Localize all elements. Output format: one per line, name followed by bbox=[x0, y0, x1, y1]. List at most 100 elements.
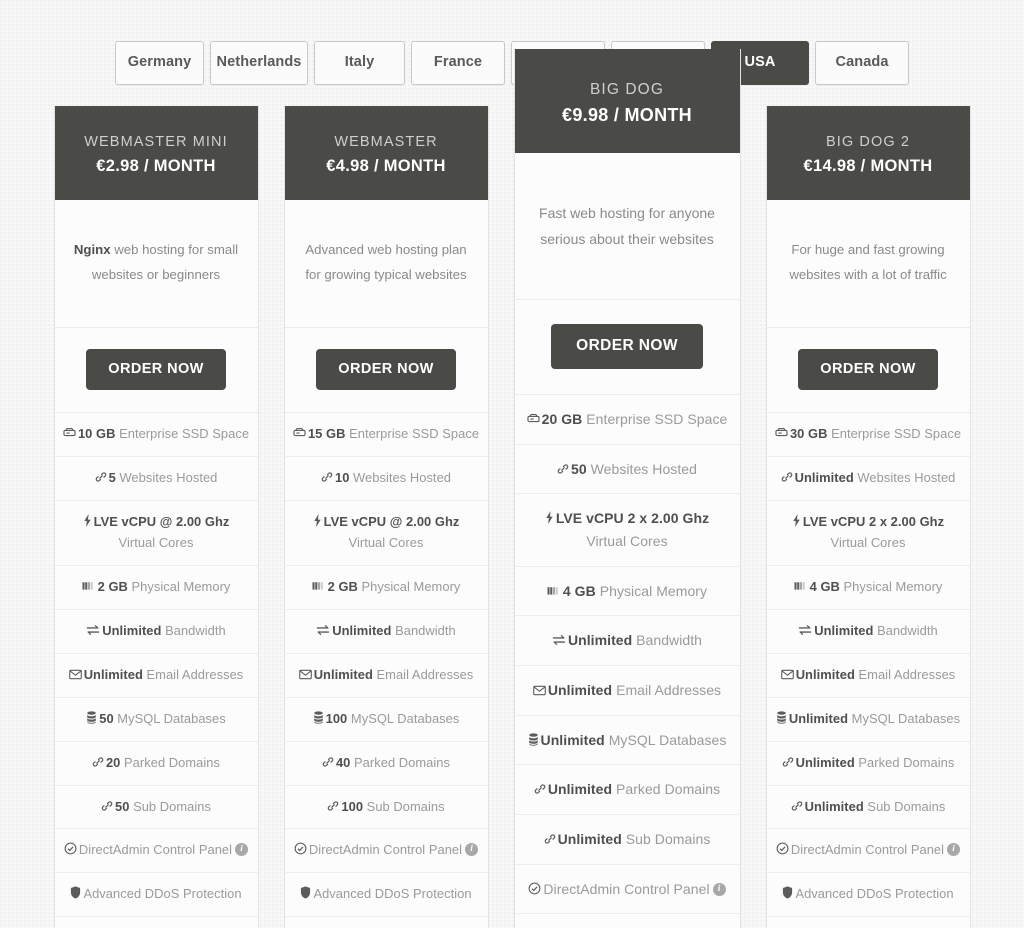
feature-label: Physical Memory bbox=[127, 579, 231, 594]
feature-row: DirectAdmin Control Panel i bbox=[284, 829, 488, 874]
feature-row: DirectAdmin Control Panel i bbox=[514, 865, 740, 915]
shield-icon bbox=[70, 886, 81, 899]
memory-icon bbox=[312, 580, 326, 592]
link-icon bbox=[327, 800, 339, 812]
feature-row: 100 MySQL Databases bbox=[284, 698, 488, 742]
feature-label: Sub Domains bbox=[863, 798, 946, 814]
order-now-button[interactable]: ORDER NOW bbox=[86, 348, 226, 391]
plan-description-text: For huge and fast growing websites with … bbox=[789, 242, 947, 283]
bolt-icon bbox=[545, 511, 554, 525]
feature-row: 50 Sub Domains bbox=[54, 786, 258, 830]
order-now-button[interactable]: ORDER NOW bbox=[798, 348, 938, 391]
feature-label: DirectAdmin Control Panel bbox=[543, 880, 710, 897]
country-tab-france[interactable]: France bbox=[411, 41, 505, 85]
pricing-card-big-dog: BIG DOG €9.98 / MONTH Fast web hosting for… bbox=[513, 48, 741, 928]
plan-description-text: Fast web hosting for anyone serious abou… bbox=[539, 204, 715, 248]
country-tab-canada[interactable]: Canada bbox=[815, 41, 909, 85]
pricing-card-webmaster-mini: WEBMASTER MINI €2.98 / MONTH Nginx web hos… bbox=[53, 105, 259, 928]
country-tab-germany[interactable]: Germany bbox=[115, 41, 204, 85]
link-icon bbox=[321, 471, 333, 483]
feature-value: LVE vCPU 2 x 2.00 Ghz bbox=[802, 514, 945, 530]
feature-label: MySQL Databases bbox=[604, 731, 727, 748]
feature-label: DirectAdmin Control Panel bbox=[790, 842, 945, 858]
feature-label: Websites Hosted bbox=[586, 460, 697, 477]
plan-header: WEBMASTER €4.98 / MONTH bbox=[284, 105, 488, 201]
envelope-icon bbox=[68, 669, 82, 680]
feature-value: Unlimited bbox=[102, 622, 162, 638]
feature-row: 2 GB Physical Memory bbox=[54, 566, 258, 610]
order-now-button[interactable]: ORDER NOW bbox=[316, 348, 456, 391]
bandwidth-icon bbox=[552, 634, 566, 646]
feature-value: Unlimited bbox=[814, 622, 874, 638]
feature-label: Bandwidth bbox=[632, 632, 702, 649]
info-icon[interactable]: i bbox=[947, 843, 961, 857]
link-icon bbox=[557, 463, 569, 475]
plan-cta-container: ORDER NOW bbox=[284, 328, 488, 414]
feature-row: Unlimited Email Addresses bbox=[54, 654, 258, 698]
plan-name: BIG DOG bbox=[589, 80, 664, 98]
feature-value: Unlimited bbox=[567, 632, 633, 649]
feature-row: Unlimited Bandwidth bbox=[766, 610, 970, 654]
feature-label: Sub Domains bbox=[129, 798, 212, 814]
info-icon[interactable]: i bbox=[712, 882, 726, 896]
feature-value: Unlimited bbox=[795, 666, 855, 682]
bolt-icon bbox=[792, 514, 801, 528]
feature-subtext: Virtual Cores bbox=[118, 535, 194, 551]
plan-price: €4.98 / MONTH bbox=[326, 157, 446, 176]
feature-row: LVE vCPU @ 2.00 Ghz Virtual Cores bbox=[284, 501, 488, 566]
pricing-plans-grid: WEBMASTER MINI €2.98 / MONTH Nginx web hos… bbox=[0, 48, 1024, 928]
feature-label: Physical Memory bbox=[357, 579, 461, 594]
plan-description-text: Advanced web hosting plan for growing ty… bbox=[305, 242, 467, 283]
feature-subtext: Virtual Cores bbox=[830, 535, 906, 551]
feature-label: MySQL Databases bbox=[113, 710, 226, 726]
country-selector[interactable]: GermanyNetherlandsItalyFranceUKSpainUSAC… bbox=[0, 0, 1024, 85]
feature-row: PHP Version MultipleHardened Versions bbox=[767, 917, 970, 928]
check-circle-icon bbox=[528, 882, 541, 895]
feature-row: LVE vCPU 2 x 2.00 Ghz Virtual Cores bbox=[766, 501, 970, 566]
feature-value: Unlimited bbox=[547, 681, 613, 698]
feature-value: 4 GB bbox=[562, 582, 596, 599]
link-icon bbox=[782, 756, 794, 768]
shield-icon bbox=[782, 886, 793, 899]
feature-value: 15 GB bbox=[307, 426, 346, 442]
feature-row: 20 Parked Domains bbox=[54, 742, 258, 786]
feature-value: 10 bbox=[334, 470, 350, 486]
feature-row: 4 GB Physical Memory bbox=[766, 566, 970, 610]
feature-row: DirectAdmin Control Panel i bbox=[54, 829, 258, 874]
country-tab-netherlands[interactable]: Netherlands bbox=[210, 41, 308, 85]
feature-value: Unlimited bbox=[557, 830, 622, 847]
feature-row: Advanced DDoS Protection bbox=[284, 873, 488, 918]
feature-row: Unlimited Bandwidth bbox=[284, 610, 488, 654]
database-icon bbox=[313, 711, 324, 724]
plan-price: €14.98 / MONTH bbox=[803, 157, 933, 176]
info-icon[interactable]: i bbox=[465, 843, 479, 857]
feature-row: 10 Websites Hosted bbox=[284, 457, 488, 502]
feature-value: Unlimited bbox=[547, 781, 613, 798]
shield-icon bbox=[300, 886, 311, 899]
order-now-button[interactable]: ORDER NOW bbox=[551, 324, 703, 369]
hdd-icon bbox=[527, 412, 540, 425]
plan-name: WEBMASTER MINI bbox=[84, 133, 228, 150]
plan-name: WEBMASTER bbox=[334, 133, 438, 150]
feature-label: Advanced DDoS Protection bbox=[795, 886, 954, 902]
feature-row: Advanced DDoS Protection bbox=[766, 873, 970, 918]
feature-subtext: Virtual Cores bbox=[348, 535, 424, 551]
country-tab-italy[interactable]: Italy bbox=[314, 41, 405, 85]
plan-description-strong: Nginx bbox=[73, 242, 111, 258]
bandwidth-icon bbox=[86, 624, 100, 636]
feature-row: 2 GB Physical Memory bbox=[284, 566, 488, 610]
bolt-icon bbox=[83, 514, 92, 528]
link-icon bbox=[95, 471, 107, 483]
bandwidth-icon bbox=[798, 624, 812, 636]
feature-row: PHP Version MultipleHardened Versions bbox=[55, 917, 258, 928]
plan-description: Fast web hosting for anyone serious abou… bbox=[514, 153, 740, 301]
feature-row: 50 MySQL Databases bbox=[54, 698, 258, 742]
plan-name: BIG DOG 2 bbox=[825, 133, 911, 150]
link-icon bbox=[534, 783, 546, 795]
feature-row: Unlimited Sub Domains bbox=[766, 786, 970, 830]
info-icon[interactable]: i bbox=[235, 843, 249, 857]
memory-icon bbox=[547, 585, 561, 597]
feature-value: 100 bbox=[341, 798, 364, 814]
feature-row: Unlimited Email Addresses bbox=[514, 666, 740, 716]
feature-row: Unlimited Parked Domains bbox=[766, 742, 970, 786]
